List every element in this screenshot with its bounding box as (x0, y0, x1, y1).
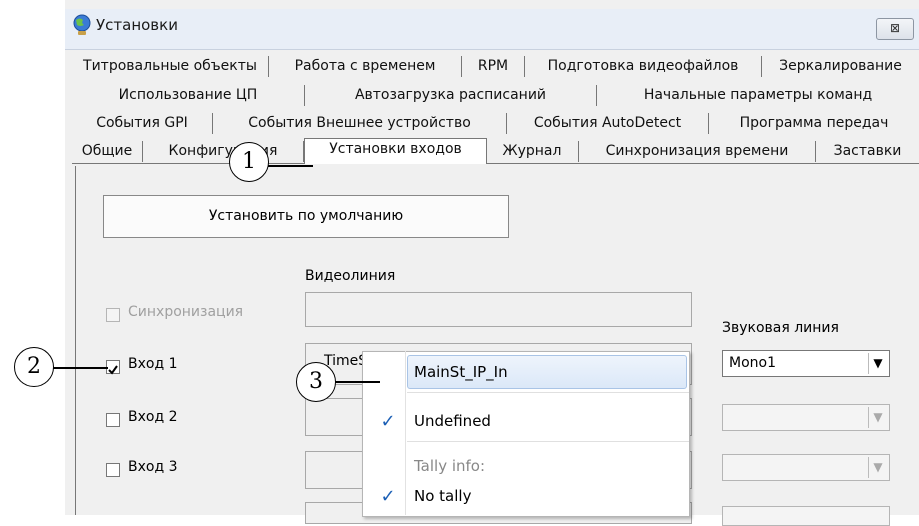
tab-row-1: Титровальные объекты Работа с временем R… (72, 56, 919, 78)
tab-title-objects[interactable]: Титровальные объекты (72, 56, 269, 77)
dropdown-arrow-icon[interactable]: ▼ (868, 353, 887, 374)
menu-item-label: No tally (414, 487, 472, 505)
dropdown-arrow-icon[interactable]: ▼ (868, 457, 887, 478)
tab-configuration[interactable]: Конфигурация (143, 141, 304, 162)
tab-row-3: События GPI События Внешнее устройство С… (72, 113, 919, 135)
tab-cpu-usage[interactable]: Использование ЦП (72, 85, 305, 106)
tab-time-work[interactable]: Работа с временем (269, 56, 462, 77)
menu-item-mainst-ip-in[interactable]: MainSt_IP_In (363, 354, 689, 390)
tab-video-prep[interactable]: Подготовка видеофайлов (525, 56, 762, 77)
callout-2: 2 (14, 347, 54, 387)
tab-autoload-schedules[interactable]: Автозагрузка расписаний (305, 85, 597, 106)
menu-item-no-tally[interactable]: ✓ No tally (363, 478, 689, 514)
menu-item-label: Tally info: (414, 457, 486, 475)
tab-screensavers[interactable]: Заставки (816, 141, 919, 162)
input1-checkbox[interactable] (106, 360, 120, 375)
menu-separator (407, 441, 689, 442)
set-default-button[interactable]: Установить по умолчанию (103, 195, 509, 238)
input3-label: Вход 3 (128, 459, 178, 475)
input3-checkbox[interactable] (106, 463, 120, 477)
close-button[interactable]: ⊠ (876, 18, 914, 40)
tab-rpm[interactable]: RPM (462, 56, 525, 77)
tab-row-4: Общие Конфигурация Установки входов Журн… (72, 138, 919, 164)
menu-separator (407, 392, 689, 393)
tab-row-2: Использование ЦП Автозагрузка расписаний… (72, 85, 919, 107)
input1-audio-select[interactable]: Mono1 ▼ (722, 350, 890, 377)
input3-audio-select[interactable]: ▼ (722, 454, 890, 481)
input1-audio-value: Mono1 (729, 355, 776, 371)
video-line-label: Видеолиния (305, 268, 396, 284)
sync-checkbox[interactable] (106, 308, 120, 322)
callout-2-line (52, 367, 108, 369)
tab-mirroring[interactable]: Зеркалирование (762, 56, 919, 77)
tab-gpi-events[interactable]: События GPI (72, 113, 213, 134)
tab-initial-command-params[interactable]: Начальные параметры команд (597, 85, 919, 106)
menu-item-undefined[interactable]: ✓ Undefined (363, 403, 689, 439)
tab-time-sync[interactable]: Синхронизация времени (579, 141, 816, 162)
tab-input-settings[interactable]: Установки входов (304, 138, 487, 164)
sync-label: Синхронизация (128, 304, 244, 320)
tab-autodetect-events[interactable]: События AutoDetect (507, 113, 709, 134)
input2-label: Вход 2 (128, 409, 178, 425)
dropdown-arrow-icon[interactable]: ▼ (868, 407, 887, 428)
globe-app-icon (72, 14, 92, 40)
audio-line-label: Звуковая линия (722, 320, 839, 336)
input1-video-value: TimeS (324, 353, 368, 369)
input2-checkbox[interactable] (106, 413, 120, 427)
callout-3-line (334, 381, 380, 383)
checkmark-icon (108, 365, 118, 375)
sync-video-field (305, 292, 692, 327)
tab-external-device-events[interactable]: События Внешнее устройство (213, 113, 507, 134)
menu-item-label: MainSt_IP_In (414, 363, 508, 381)
input4-audio-select[interactable] (722, 506, 890, 526)
window-title: Установки (96, 16, 178, 34)
title-bar (65, 9, 919, 50)
callout-3: 3 (296, 362, 336, 402)
input2-audio-select[interactable]: ▼ (722, 404, 890, 431)
menu-icon-gutter (362, 351, 406, 515)
callout-1: 1 (229, 142, 269, 182)
tab-journal[interactable]: Журнал (486, 141, 579, 162)
tab-program-schedule[interactable]: Программа передач (709, 113, 919, 134)
tab-general[interactable]: Общие (72, 141, 143, 162)
context-menu: MainSt_IP_In ✓ Undefined Tally info: ✓ N… (362, 351, 690, 517)
menu-item-label: Undefined (414, 412, 491, 430)
input1-label: Вход 1 (128, 356, 178, 372)
